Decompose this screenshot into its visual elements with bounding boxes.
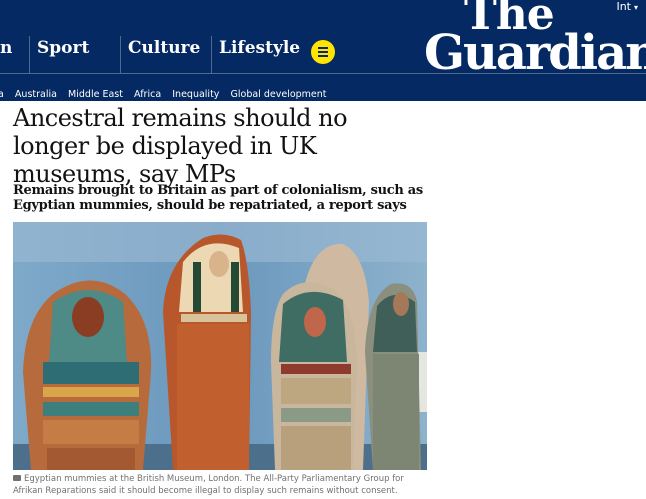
subnav-item-middle-east[interactable]: Middle East (68, 89, 123, 100)
caption-text: Egyptian mummies at the British Museum, … (13, 474, 404, 496)
menu-button[interactable] (311, 40, 335, 64)
logo-guardian: Guardian (424, 25, 646, 82)
article-image (13, 222, 427, 470)
mummies-photo (13, 222, 427, 470)
sub-navigation: a Australia Middle East Africa Inequalit… (0, 73, 646, 101)
masthead: Int ▾ The Guardian n Sport Culture Lifest… (0, 0, 646, 82)
article-headline: Ancestral remains should no longer be di… (13, 104, 348, 188)
subnav-item-africa[interactable]: Africa (134, 89, 161, 100)
subnav-item-australia[interactable]: Australia (15, 89, 57, 100)
guardian-logo[interactable]: The Guardian (424, 0, 646, 82)
article-standfirst: Remains brought to Britain as part of co… (13, 183, 423, 213)
image-caption: Egyptian mummies at the British Museum, … (13, 473, 427, 497)
subnav-item-inequality[interactable]: Inequality (172, 89, 219, 100)
pillar-lifestyle[interactable]: Lifestyle (211, 36, 301, 73)
camera-icon (13, 475, 21, 481)
pillar-culture[interactable]: Culture (120, 36, 210, 73)
pillar-news[interactable]: n (0, 36, 28, 73)
subnav-item[interactable]: a (0, 89, 4, 100)
subnav-item-global-development[interactable]: Global development (231, 89, 327, 100)
pillar-sport[interactable]: Sport (29, 36, 119, 73)
